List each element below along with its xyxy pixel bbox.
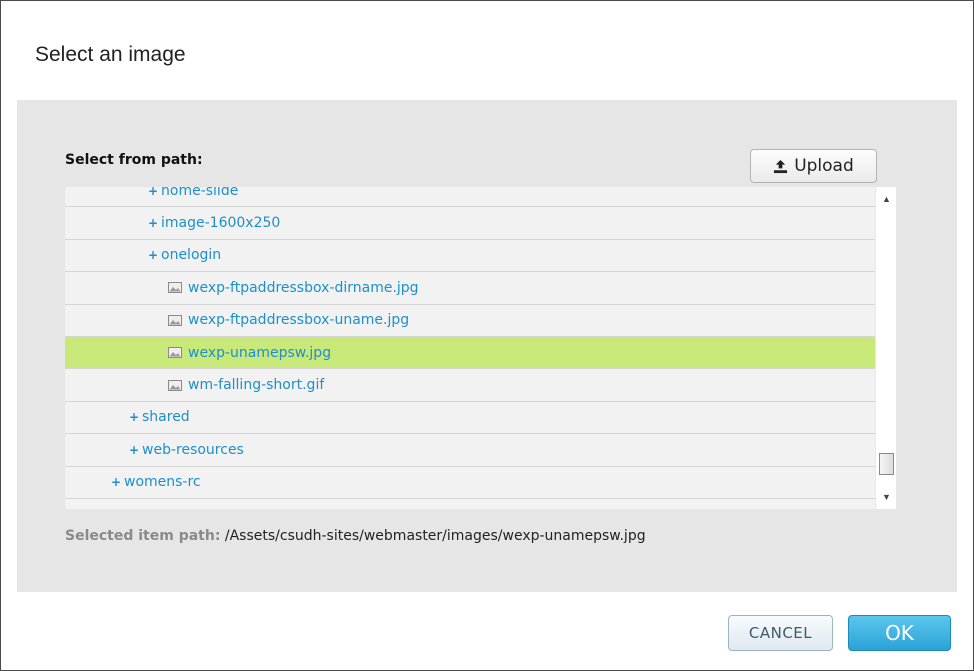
tree-file-row[interactable]: wexp-ftpaddressbox-uname.jpg [65,304,875,337]
tree-folder-row[interactable]: + web-resources [65,434,875,467]
cancel-button[interactable]: CANCEL [728,615,833,651]
tree-scrollbar[interactable]: ▲ ▼ [875,187,896,509]
scroll-down-arrow-icon[interactable]: ▼ [876,488,896,506]
folder-link[interactable]: home-slide [161,187,238,199]
expand-plus-icon[interactable]: + [111,508,121,509]
folder-link[interactable]: image-1600x250 [161,215,280,231]
file-link[interactable]: wm-falling-short.gif [188,377,324,393]
ok-button[interactable]: OK [848,615,951,651]
scroll-thumb[interactable] [879,453,894,475]
file-link[interactable]: wexp-ftpaddressbox-uname.jpg [188,312,409,328]
expand-plus-icon[interactable]: + [148,187,158,198]
expand-plus-icon[interactable]: + [129,443,139,457]
tree-folder-row[interactable]: + womens-rc [65,466,875,499]
content-panel: Select from path: Upload + home-slide + ima… [17,100,957,592]
folder-link[interactable]: onelogin [161,247,221,263]
file-link[interactable]: wexp-unamepsw.jpg [188,345,331,361]
tree-folder-row[interactable]: + image-1600x250 [65,207,875,240]
tree-folder-row[interactable]: + [65,498,875,509]
tree-folder-row[interactable]: + home-slide [65,187,875,208]
selected-item-path: Selected item path: /Assets/csudh-sites/… [65,528,646,544]
expand-plus-icon[interactable]: + [111,475,121,489]
expand-plus-icon[interactable]: + [148,248,158,262]
scroll-up-arrow-icon[interactable]: ▲ [876,190,896,208]
select-image-dialog: Select an image Select from path: Upload… [0,0,974,671]
folder-tree: + home-slide + image-1600x250 + onelogin wexp-… [65,187,896,509]
folder-link[interactable]: womens-rc [124,474,201,490]
folder-link[interactable]: shared [142,409,190,425]
tree-rows: + home-slide + image-1600x250 + onelogin wexp-… [65,187,875,509]
tree-file-row[interactable]: wexp-unamepsw.jpg [65,336,875,370]
expand-plus-icon[interactable]: + [148,216,158,230]
tree-file-row[interactable]: wm-falling-short.gif [65,369,875,402]
upload-button[interactable]: Upload [750,149,877,183]
upload-label: Upload [794,156,854,176]
dialog-title: Select an image [35,43,186,66]
folder-link[interactable]: web-resources [142,442,244,458]
expand-plus-icon[interactable]: + [129,410,139,424]
tree-file-row[interactable]: wexp-ftpaddressbox-dirname.jpg [65,272,875,305]
selected-path-label: Selected item path: [65,528,221,544]
upload-icon [774,159,788,173]
image-file-icon [168,379,182,391]
selected-path-value: /Assets/csudh-sites/webmaster/images/wex… [224,528,646,544]
image-file-icon [168,314,182,326]
tree-folder-row[interactable]: + shared [65,401,875,435]
path-label: Select from path: [65,152,203,168]
file-link[interactable]: wexp-ftpaddressbox-dirname.jpg [188,280,419,296]
image-file-icon [168,347,182,359]
image-file-icon [168,282,182,294]
tree-folder-row[interactable]: + onelogin [65,239,875,273]
